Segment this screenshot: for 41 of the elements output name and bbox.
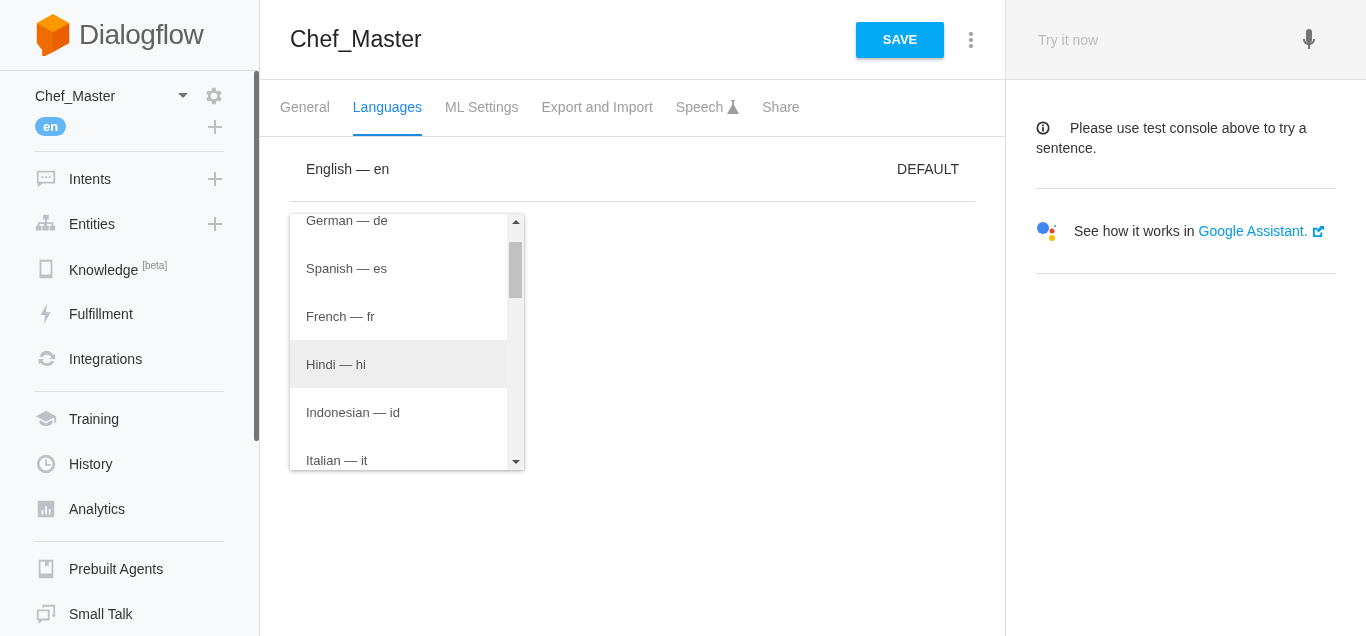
language-option[interactable]: Italian — it [290,436,507,470]
add-icon[interactable] [208,119,222,134]
scroll-up-icon[interactable] [511,220,520,224]
microphone-icon[interactable] [1302,28,1316,51]
language-option[interactable]: Hindi — hi [290,340,507,388]
language-name: English — en [306,161,390,177]
test-input-field[interactable]: Try it now [1036,30,1302,49]
nav-item[interactable]: Knowledge $^{[beta]}$ [69,259,224,278]
info-icon [1036,121,1050,135]
assistant-text: See how it works in [1074,223,1195,239]
nav-item[interactable]: Analytics [69,500,224,517]
nav-item[interactable]: Training [69,410,224,427]
add-icon[interactable] [208,171,222,186]
nav-item[interactable]: Fulfillment [69,305,224,322]
language-option[interactable]: Spanish — es [290,244,507,292]
cube-logo-icon [35,14,71,56]
nav-item[interactable]: Intents [69,170,208,187]
nav-item[interactable]: Prebuilt Agents [69,560,224,577]
scrollbar-thumb[interactable] [509,242,522,298]
add-icon[interactable] [208,216,222,231]
scroll-down-icon[interactable] [511,460,520,464]
nav-item[interactable]: Entities [69,215,208,232]
info-text: Please use test console above to try a sentence. [1036,119,1308,158]
language-option[interactable]: French — fr [290,292,507,340]
agent-title: Chef_Master [290,26,423,53]
nav-item[interactable]: Integrations [69,350,224,367]
agent-name[interactable]: Chef_Master [35,87,178,104]
more-icon[interactable] [969,31,973,48]
brand-name: Dialogflow [79,19,204,51]
talk-icon [35,602,57,625]
clock-icon [35,452,57,475]
assistant-dots-icon [1036,220,1056,242]
default-label: DEFAULT [897,161,959,177]
tab[interactable]: Languages [352,80,423,136]
caret-icon[interactable] [178,93,188,98]
nav-item[interactable]: Small Talk [69,605,224,622]
scrollbar-thumb[interactable] [254,71,259,441]
language-option[interactable]: German — de [290,214,507,244]
nav-item[interactable]: History [69,455,224,472]
external-link-icon[interactable] [1311,224,1325,238]
language-option[interactable]: Indonesian — id [290,388,507,436]
